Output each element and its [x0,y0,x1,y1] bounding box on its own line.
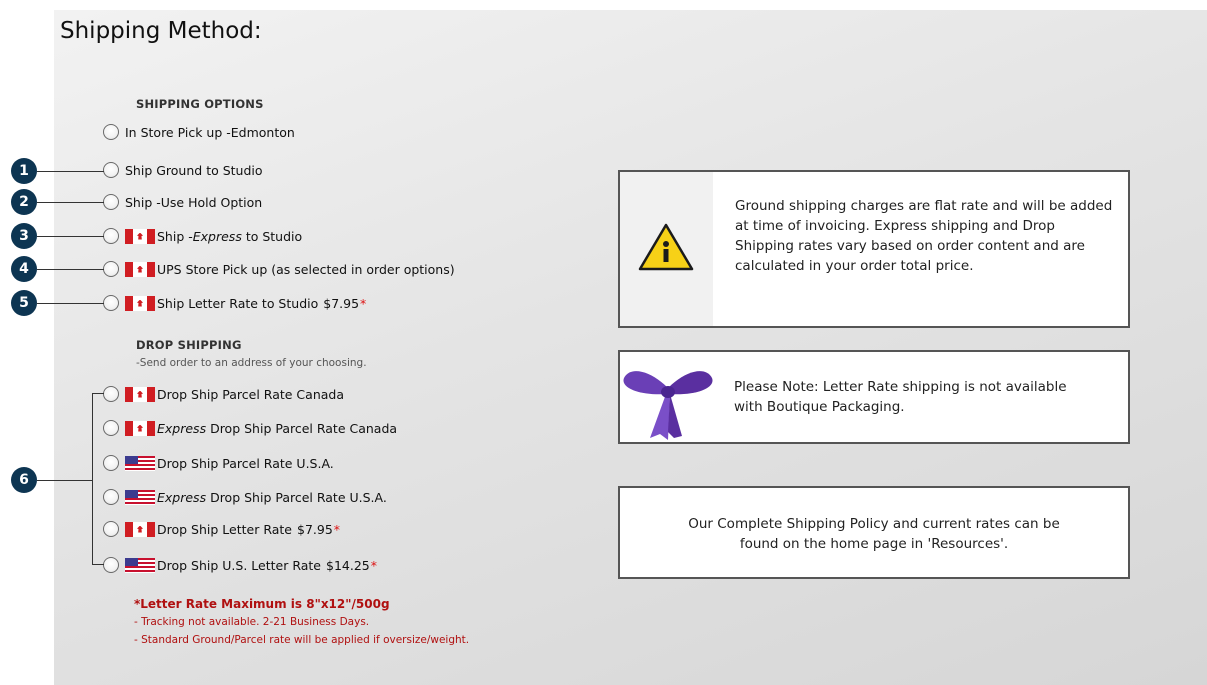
radio-drop-parcel-usa[interactable] [103,455,119,471]
option-ship-ground[interactable]: Ship Ground to Studio [103,160,263,180]
radio-ship-ground[interactable] [103,162,119,178]
option-label-em: Express [192,228,242,244]
canada-flag-icon [125,420,155,436]
callout-leader-1 [37,171,104,172]
option-label: In Store Pick up -Edmonton [125,124,295,140]
callout-badge-5: 5 [11,290,37,316]
option-letter-rate-studio[interactable]: Ship Letter Rate to Studio $7.95 * [103,293,366,313]
shipping-options-heading: SHIPPING OPTIONS [136,97,264,111]
warning-icon [638,223,694,271]
radio-ups-store[interactable] [103,261,119,277]
ribbon-bow-icon [623,371,713,440]
option-drop-parcel-canada[interactable]: Drop Ship Parcel Rate Canada [103,384,344,404]
price: $14.25 [326,557,370,573]
radio-drop-us-letter-rate[interactable] [103,557,119,573]
canada-flag-icon [125,295,155,311]
option-label: Drop Ship Parcel Rate Canada [157,386,344,402]
callout-leader-6 [37,480,93,481]
asterisk: * [370,557,377,573]
radio-in-store-pickup[interactable] [103,124,119,140]
drop-shipping-subheading: -Send order to an address of your choosi… [136,357,367,369]
option-label-pre: Ship - [157,228,193,244]
shipping-policy-box: Our Complete Shipping Policy and current… [618,486,1130,579]
option-drop-parcel-usa[interactable]: Drop Ship Parcel Rate U.S.A. [103,453,334,473]
callout-badge-3: 3 [11,223,37,249]
tracking-note: - Tracking not available. 2-21 Business … [134,616,370,628]
option-ups-store[interactable]: UPS Store Pick up (as selected in order … [103,259,455,279]
option-label: Ship Ground to Studio [125,162,263,178]
shipping-policy-line-1: Our Complete Shipping Policy and current… [688,516,1060,532]
option-label-post: Drop Ship Parcel Rate U.S.A. [206,489,387,505]
callout-badge-1: 1 [11,158,37,184]
callout-leader-5 [37,303,104,304]
shipping-policy-text: Our Complete Shipping Policy and current… [620,514,1128,554]
callout-badge-2: 2 [11,189,37,215]
callout-bracket-6 [92,393,104,565]
option-label-em: Express [157,420,207,436]
callout-leader-4 [37,269,104,270]
radio-drop-express-canada[interactable] [103,420,119,436]
radio-drop-express-usa[interactable] [103,489,119,505]
callout-badge-6: 6 [11,467,37,493]
drop-shipping-heading: DROP SHIPPING [136,338,242,352]
radio-letter-rate-studio[interactable] [103,295,119,311]
option-label: UPS Store Pick up (as selected in order … [157,261,455,277]
option-label: Drop Ship U.S. Letter Rate [157,557,321,573]
callout-leader-2 [37,202,104,203]
usa-flag-icon [125,489,155,505]
letter-rate-note-text: Please Note: Letter Rate shipping is not… [734,379,1067,415]
asterisk: * [360,295,367,311]
radio-drop-letter-rate[interactable] [103,521,119,537]
radio-express-studio[interactable] [103,228,119,244]
option-drop-express-canada[interactable]: Express Drop Ship Parcel Rate Canada [103,418,397,438]
option-in-store-pickup[interactable]: In Store Pick up -Edmonton [103,122,295,142]
option-hold[interactable]: Ship -Use Hold Option [103,192,262,212]
shipping-policy-line-2: found on the home page in 'Resources'. [739,536,1009,552]
asterisk: * [333,521,341,537]
option-label: Drop Ship Letter Rate [157,521,292,537]
price: $7.95 [323,295,360,311]
callout-badge-4: 4 [11,256,37,282]
callout-leader-3 [37,236,104,237]
page-title: Shipping Method: [60,18,262,44]
letter-rate-note-box: Please Note: Letter Rate shipping is not… [618,350,1130,444]
warning-icon-area [620,172,713,326]
usa-flag-icon [125,557,155,573]
ground-shipping-text: Ground shipping charges are flat rate an… [735,198,1113,274]
canada-flag-icon [125,521,155,537]
option-express-studio[interactable]: Ship - Express to Studio [103,226,302,246]
usa-flag-icon [125,455,155,471]
radio-hold[interactable] [103,194,119,210]
option-label: Ship Letter Rate to Studio [157,295,319,311]
option-drop-us-letter-rate[interactable]: Drop Ship U.S. Letter Rate $14.25 * [103,555,377,575]
option-label: Drop Ship Parcel Rate U.S.A. [157,455,334,471]
oversize-note: - Standard Ground/Parcel rate will be ap… [134,634,470,646]
option-label-post: to Studio [241,228,303,244]
canada-flag-icon [125,261,155,277]
letter-rate-max-note: *Letter Rate Maximum is 8"x12"/500g [134,597,390,611]
option-drop-express-usa[interactable]: Express Drop Ship Parcel Rate U.S.A. [103,487,387,507]
option-label-em: Express [157,489,207,505]
option-drop-letter-rate[interactable]: Drop Ship Letter Rate $7.95 * [103,519,340,539]
option-label: Ship -Use Hold Option [125,194,263,210]
canada-flag-icon [125,386,155,402]
option-label-post: Drop Ship Parcel Rate Canada [206,420,398,436]
price: $7.95 [297,521,333,537]
ground-shipping-notice: Ground shipping charges are flat rate an… [618,170,1130,328]
canada-flag-icon [125,228,155,244]
radio-drop-parcel-canada[interactable] [103,386,119,402]
